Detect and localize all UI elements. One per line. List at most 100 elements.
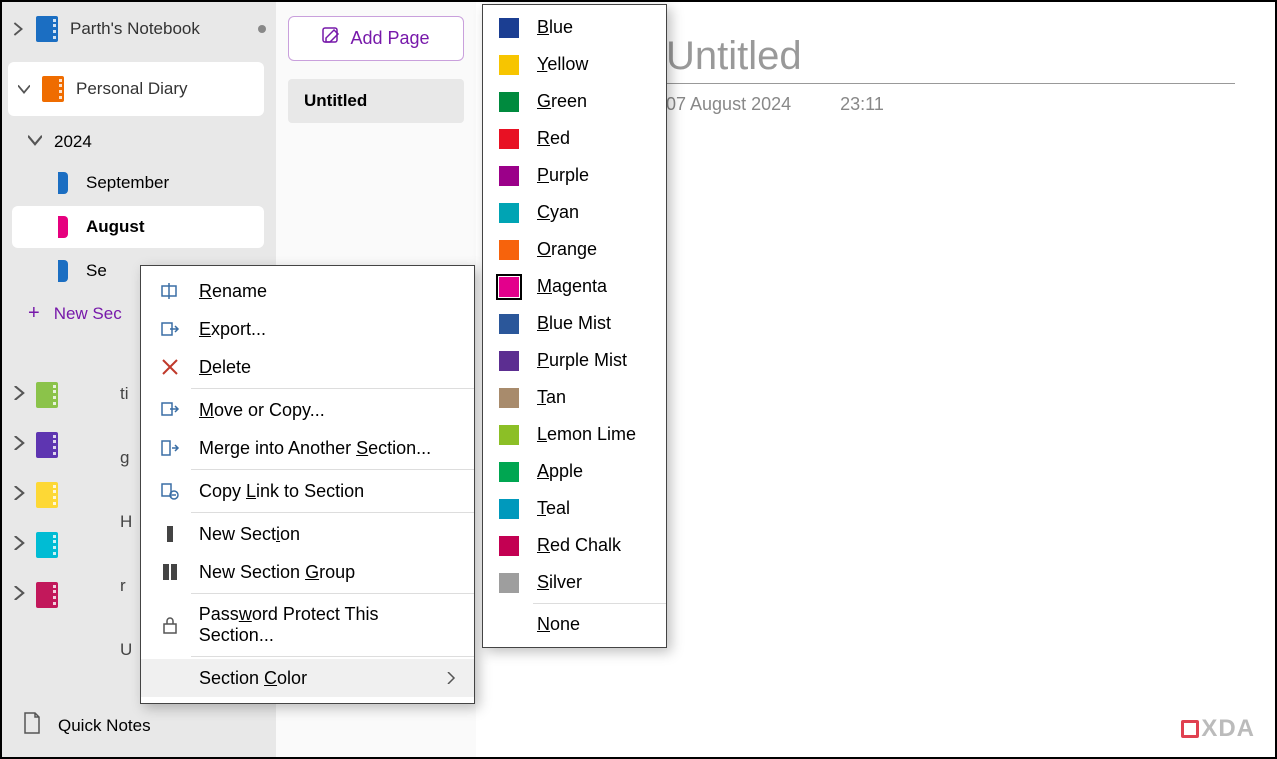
chevron-right-icon bbox=[12, 486, 24, 505]
ctx-export[interactable]: Export... bbox=[141, 310, 474, 348]
blank-icon bbox=[159, 667, 181, 689]
color-swatch bbox=[499, 92, 519, 112]
notebook-icon bbox=[36, 482, 58, 508]
note-metadata: 07 August 2024 23:11 bbox=[666, 94, 1275, 115]
separator bbox=[533, 603, 666, 604]
mini-notebook-row[interactable] bbox=[2, 570, 68, 620]
section-august[interactable]: August bbox=[12, 206, 264, 248]
truncated-label: U bbox=[120, 640, 132, 660]
color-label: None bbox=[537, 614, 580, 635]
ctx-label: Merge into Another Section... bbox=[199, 438, 431, 459]
color-option-blue-mist[interactable]: Blue Mist bbox=[483, 305, 666, 342]
ctx-label: Copy Link to Section bbox=[199, 481, 364, 502]
chevron-down-icon bbox=[18, 82, 30, 96]
color-label: Cyan bbox=[537, 202, 579, 223]
ctx-merge[interactable]: Merge into Another Section... bbox=[141, 429, 474, 467]
page-item[interactable]: Untitled bbox=[288, 79, 464, 123]
color-option-purple[interactable]: Purple bbox=[483, 157, 666, 194]
mini-notebook-row[interactable] bbox=[2, 420, 68, 470]
truncated-label: r bbox=[120, 576, 126, 596]
move-icon bbox=[159, 399, 181, 421]
ctx-label: Rename bbox=[199, 281, 267, 302]
notebook-icon bbox=[42, 76, 64, 102]
note-time: 23:11 bbox=[840, 94, 884, 114]
color-option-teal[interactable]: Teal bbox=[483, 490, 666, 527]
truncated-label: ti bbox=[120, 384, 129, 404]
color-swatch bbox=[499, 615, 519, 635]
ctx-section-color[interactable]: Section Color bbox=[141, 659, 474, 697]
chevron-right-icon bbox=[12, 436, 24, 455]
color-swatch bbox=[499, 240, 519, 260]
ctx-new-section-group[interactable]: New Section Group bbox=[141, 553, 474, 591]
color-label: Teal bbox=[537, 498, 570, 519]
watermark-icon bbox=[1181, 720, 1199, 738]
color-option-cyan[interactable]: Cyan bbox=[483, 194, 666, 231]
color-option-yellow[interactable]: Yellow bbox=[483, 46, 666, 83]
merge-icon bbox=[159, 437, 181, 459]
quick-notes-label: Quick Notes bbox=[58, 716, 151, 736]
mini-notebook-row[interactable] bbox=[2, 370, 68, 420]
color-swatch bbox=[499, 388, 519, 408]
page-item-label: Untitled bbox=[304, 91, 367, 110]
ctx-move-copy[interactable]: Move or Copy... bbox=[141, 391, 474, 429]
color-label: Yellow bbox=[537, 54, 588, 75]
color-label: Blue Mist bbox=[537, 313, 611, 334]
notebook-primary[interactable]: Parth's Notebook bbox=[2, 2, 276, 56]
separator bbox=[191, 512, 474, 513]
color-option-apple[interactable]: Apple bbox=[483, 453, 666, 490]
color-label: Silver bbox=[537, 572, 582, 593]
note-title-input[interactable]: Untitled bbox=[666, 34, 1235, 84]
ctx-password-protect[interactable]: Password Protect This Section... bbox=[141, 596, 474, 654]
color-option-none[interactable]: None bbox=[483, 606, 666, 643]
color-label: Orange bbox=[537, 239, 597, 260]
color-swatch bbox=[499, 55, 519, 75]
ctx-label: New Section bbox=[199, 524, 300, 545]
ctx-new-section[interactable]: New Section bbox=[141, 515, 474, 553]
year-label: 2024 bbox=[54, 132, 92, 152]
mini-notebook-row[interactable] bbox=[2, 470, 68, 520]
ctx-label: New Section Group bbox=[199, 562, 355, 583]
mini-notebook-row[interactable] bbox=[2, 520, 68, 570]
quick-notes-button[interactable]: Quick Notes bbox=[2, 702, 171, 749]
new-section-label: New Sec bbox=[54, 304, 122, 324]
color-swatch bbox=[499, 462, 519, 482]
ctx-rename[interactable]: Rename bbox=[141, 272, 474, 310]
section-group-icon bbox=[159, 561, 181, 583]
notebook-selected[interactable]: Personal Diary bbox=[8, 62, 264, 116]
chevron-right-icon bbox=[12, 536, 24, 555]
color-option-red-chalk[interactable]: Red Chalk bbox=[483, 527, 666, 564]
section-context-menu: Rename Export... Delete Move or Copy... … bbox=[140, 265, 475, 704]
section-group-year[interactable]: 2024 bbox=[2, 122, 276, 162]
section-tab-icon bbox=[58, 216, 68, 238]
color-label: Green bbox=[537, 91, 587, 112]
other-notebooks: ti g H r U bbox=[2, 370, 68, 620]
color-label: Red Chalk bbox=[537, 535, 621, 556]
color-option-green[interactable]: Green bbox=[483, 83, 666, 120]
notebook-icon bbox=[36, 16, 58, 42]
separator bbox=[191, 656, 474, 657]
section-color-submenu: Blue Yellow Green Red Purple Cyan Orange Magent… bbox=[482, 4, 667, 648]
color-option-magenta[interactable]: Magenta bbox=[483, 268, 666, 305]
color-option-purple-mist[interactable]: Purple Mist bbox=[483, 342, 666, 379]
section-tab-icon bbox=[58, 260, 68, 282]
chevron-right-icon bbox=[12, 586, 24, 605]
color-swatch bbox=[499, 573, 519, 593]
separator bbox=[191, 593, 474, 594]
ctx-delete[interactable]: Delete bbox=[141, 348, 474, 386]
color-label: Red bbox=[537, 128, 570, 149]
color-option-tan[interactable]: Tan bbox=[483, 379, 666, 416]
section-september[interactable]: September bbox=[2, 162, 276, 204]
color-label: Magenta bbox=[537, 276, 607, 297]
color-option-orange[interactable]: Orange bbox=[483, 231, 666, 268]
lock-icon bbox=[159, 614, 181, 636]
color-option-lemon-lime[interactable]: Lemon Lime bbox=[483, 416, 666, 453]
color-swatch bbox=[499, 277, 519, 297]
add-page-button[interactable]: Add Page bbox=[288, 16, 464, 61]
chevron-right-icon bbox=[12, 22, 24, 36]
color-option-blue[interactable]: Blue bbox=[483, 9, 666, 46]
ctx-copy-link[interactable]: Copy Link to Section bbox=[141, 472, 474, 510]
color-option-red[interactable]: Red bbox=[483, 120, 666, 157]
color-option-silver[interactable]: Silver bbox=[483, 564, 666, 601]
section-icon bbox=[159, 523, 181, 545]
link-icon bbox=[159, 480, 181, 502]
